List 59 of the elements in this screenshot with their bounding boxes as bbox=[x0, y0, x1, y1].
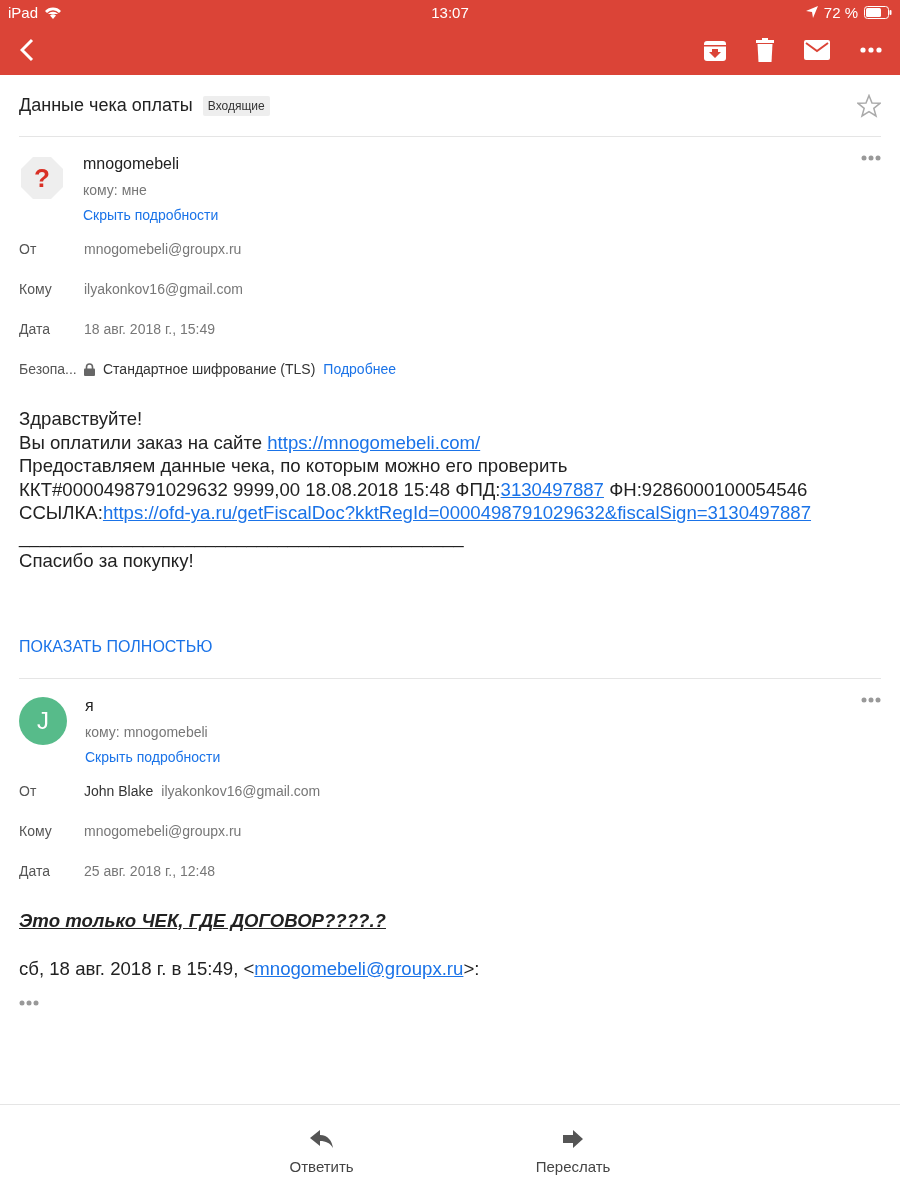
recipient-summary: кому: мне bbox=[83, 182, 148, 198]
body-link[interactable]: 3130497887 bbox=[500, 478, 604, 500]
detail-value: Стандартное шифрование (TLS) bbox=[103, 361, 316, 377]
more-icon bbox=[861, 155, 881, 161]
reply-button[interactable]: Ответить bbox=[283, 1129, 360, 1176]
body-line: ККТ#0000498791029632 9999,00 18.08.2018 15:48 ФПД:3130497887 ФН:9286000100054546 bbox=[19, 477, 809, 502]
lock-icon bbox=[84, 362, 95, 376]
recipient-summary: кому: mnogomebeli bbox=[85, 724, 209, 741]
more-info-link[interactable]: Подробнее bbox=[323, 361, 396, 377]
body-line: Вы оплатили заказ на сайте https://mnogomebeli.com/ bbox=[19, 430, 482, 455]
more-icon bbox=[861, 697, 881, 704]
reply-text: Это только ЧЕК, ГДЕ ДОГОВОР????.? bbox=[19, 909, 387, 933]
show-full-link[interactable]: ПОКАЗАТЬ ПОЛНОСТЬЮ bbox=[19, 638, 881, 657]
forward-icon bbox=[563, 1130, 584, 1148]
more-icon bbox=[860, 46, 882, 53]
quote-header: сб, 18 авг. 2018 г. в 15:49, <mnogomebeli@groupx.ru>: bbox=[19, 956, 481, 981]
detail-label: От bbox=[19, 241, 38, 257]
wifi-icon bbox=[44, 5, 63, 19]
detail-value: mnogomebeli@groupx.ru bbox=[84, 823, 242, 840]
hide-details-link[interactable]: Скрыть подробности bbox=[83, 207, 843, 223]
detail-value: ilyakonkov16@gmail.com bbox=[84, 281, 243, 297]
hide-details-link[interactable]: Скрыть подробности bbox=[85, 749, 843, 766]
body-line: Здравствуйте! bbox=[19, 407, 144, 431]
detail-label: Кому bbox=[19, 281, 53, 297]
avatar: J bbox=[19, 697, 67, 746]
forward-button[interactable]: Переслать bbox=[529, 1129, 617, 1176]
email-subject: Данные чека оплаты bbox=[19, 95, 193, 116]
battery-percentage: 72 % bbox=[823, 3, 858, 21]
unknown-sender-icon: ? bbox=[19, 155, 65, 201]
body-link[interactable]: https://mnogomebeli.com/ bbox=[267, 431, 481, 453]
sender-display-name: John Blake bbox=[84, 783, 154, 800]
envelope-icon bbox=[804, 39, 830, 60]
body-line: Спасибо за покупку! bbox=[19, 548, 195, 573]
detail-value: mnogomebeli@groupx.ru bbox=[84, 241, 242, 257]
body-link[interactable]: https://ofd-ya.ru/getFiscalDoc?kktRegId=0000498791029632&fiscalSign=3130497887 bbox=[102, 502, 812, 524]
body-line: ___________________________________________ bbox=[19, 524, 465, 549]
body-link[interactable]: mnogomebeli@groupx.ru bbox=[254, 957, 464, 979]
detail-value: 18 авг. 2018 г., 15:49 bbox=[84, 321, 215, 337]
detail-label: От bbox=[19, 783, 38, 800]
battery-icon bbox=[864, 5, 892, 19]
reply-icon bbox=[309, 1130, 334, 1148]
inbox-label: Входящие bbox=[202, 95, 270, 116]
sender-name: я bbox=[85, 697, 95, 716]
show-trimmed-content-icon[interactable] bbox=[19, 1000, 39, 1007]
archive-icon bbox=[704, 38, 726, 61]
detail-label: Дата bbox=[19, 863, 51, 880]
trash-icon bbox=[756, 37, 774, 62]
detail-value: ilyakonkov16@gmail.com bbox=[161, 783, 321, 800]
detail-label: Дата bbox=[19, 321, 51, 337]
clock: 13:07 bbox=[431, 3, 469, 21]
location-arrow-icon bbox=[805, 6, 818, 18]
detail-label: Кому bbox=[19, 823, 53, 840]
device-name: iPad bbox=[8, 3, 39, 21]
sender-name: mnogomebeli bbox=[83, 155, 181, 173]
detail-value: 25 авг. 2018 г., 12:48 bbox=[84, 863, 215, 880]
body-line: ССЫЛКА:https://ofd-ya.ru/getFiscalDoc?kktRegId=0000498791029632&fiscalSign=3130497887 bbox=[19, 501, 813, 525]
star-icon[interactable] bbox=[857, 93, 881, 118]
detail-label: Безопа... bbox=[19, 361, 78, 377]
body-line: Предоставляем данные чека, по которым можно его проверить bbox=[19, 454, 569, 478]
